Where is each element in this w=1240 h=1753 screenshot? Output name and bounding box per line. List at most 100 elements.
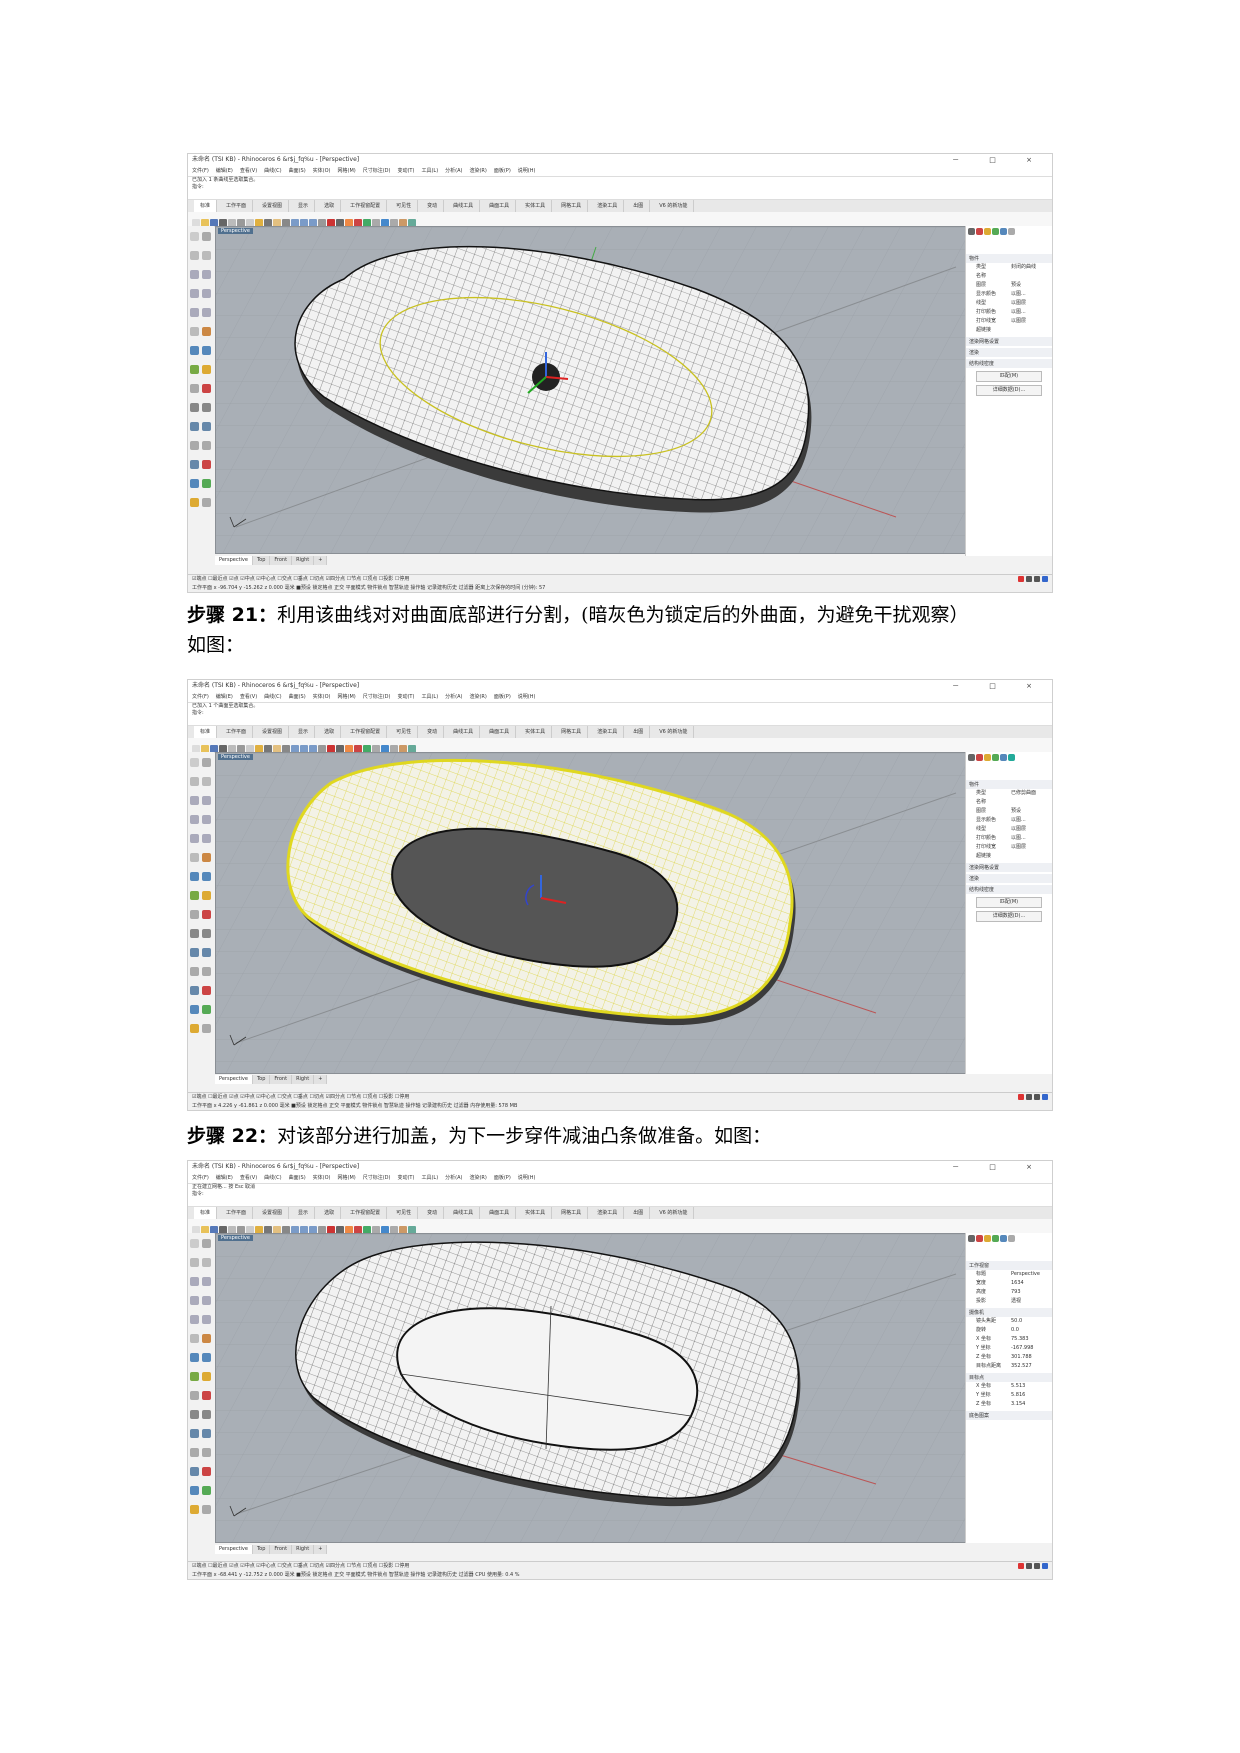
circle-tool-icon[interactable] <box>202 270 211 279</box>
more-tools-icon[interactable] <box>202 1024 211 1033</box>
menu-item[interactable]: 尺寸标注(D) <box>363 694 391 700</box>
menu-item[interactable]: 编辑(E) <box>216 168 233 174</box>
menu-item[interactable]: 分析(A) <box>445 1175 462 1181</box>
menu-item[interactable]: 查看(V) <box>240 168 257 174</box>
point-tool-icon[interactable] <box>202 232 211 241</box>
move-tool-icon[interactable] <box>190 948 199 957</box>
point-tool-icon[interactable] <box>202 1239 211 1248</box>
status-line[interactable]: 工作平面 x -96.704 y -15.262 z 0.000 毫米 ■预设 … <box>192 584 1052 592</box>
camera-section[interactable]: 摄像机 <box>966 1308 1052 1317</box>
mirror-tool-icon[interactable] <box>202 441 211 450</box>
perspective-viewport[interactable]: Perspective <box>215 752 968 1074</box>
tab[interactable]: 工作平面 <box>220 726 254 738</box>
tab[interactable]: 可见性 <box>390 726 419 738</box>
command-prompt[interactable]: 指令: <box>192 184 1052 191</box>
menu-item[interactable]: 实体(O) <box>313 1175 331 1181</box>
arc-tool-icon[interactable] <box>190 1296 199 1305</box>
array-tool-icon[interactable] <box>190 1467 199 1476</box>
window-controls[interactable]: － □ × <box>952 1161 1046 1173</box>
menu-item[interactable]: 变动(T) <box>397 168 414 174</box>
tab[interactable]: 曲线工具 <box>447 726 481 738</box>
viewport-properties-icon[interactable] <box>968 1235 975 1242</box>
menu-item[interactable]: 网格(M) <box>338 168 356 174</box>
line-tool-icon[interactable] <box>190 1258 199 1267</box>
tab[interactable]: 曲面工具 <box>483 1207 517 1219</box>
circle-tool-icon[interactable] <box>202 1277 211 1286</box>
text-tool-icon[interactable] <box>190 1334 199 1343</box>
render-section[interactable]: 渲染 <box>966 874 1052 883</box>
tab[interactable]: 实体工具 <box>519 200 553 212</box>
rectangle-tool-icon[interactable] <box>190 834 199 843</box>
tab[interactable]: 工作视窗配置 <box>344 1207 388 1219</box>
menu-item[interactable]: 说明(H) <box>518 1175 536 1181</box>
tab[interactable]: 可见性 <box>390 1207 419 1219</box>
object-properties-icon[interactable] <box>968 754 975 761</box>
scale-tool-icon[interactable] <box>190 1448 199 1457</box>
solid-tool-icon[interactable] <box>190 891 199 900</box>
mesh-tool-icon[interactable] <box>190 384 199 393</box>
ellipse-tool-icon[interactable] <box>202 815 211 824</box>
curve-tool-icon[interactable] <box>190 270 199 279</box>
ellipse-tool-icon[interactable] <box>202 289 211 298</box>
tab-perspective[interactable]: Perspective <box>215 1545 253 1554</box>
osnap-bar[interactable]: ☑端点 ☐最近点 ☑点 ☑中点 ☑中心点 ☐交点 ☐垂点 ☐切点 ☑四分点 ☐节… <box>192 575 1052 584</box>
light-icon[interactable] <box>984 228 991 235</box>
text-tool-icon[interactable] <box>190 327 199 336</box>
tab[interactable]: 曲线工具 <box>447 1207 481 1219</box>
menu-item[interactable]: 说明(H) <box>518 168 536 174</box>
check-tool-icon[interactable] <box>202 479 211 488</box>
line-tool-icon[interactable] <box>190 777 199 786</box>
mesh-tool-icon[interactable] <box>190 1391 199 1400</box>
status-line[interactable]: 工作平面 x 4.226 y -61.861 z 0.000 毫米 ■预设 锁定… <box>192 1102 1052 1110</box>
tab[interactable]: 变动 <box>421 726 445 738</box>
tab[interactable]: 实体工具 <box>519 1207 553 1219</box>
analyze-tool-icon[interactable] <box>190 1486 199 1495</box>
surface-tool-icon[interactable] <box>190 1353 199 1362</box>
menu-item[interactable]: 渲染(R) <box>469 168 486 174</box>
perspective-viewport[interactable]: Perspective <box>215 226 968 554</box>
select-tool-icon[interactable] <box>190 1239 199 1248</box>
menu-item[interactable]: 实体(O) <box>313 168 331 174</box>
command-history[interactable]: 已加入 1 个曲面至选取集合。 指令: <box>188 702 1052 726</box>
tab[interactable]: 工作视窗配置 <box>344 200 388 212</box>
add-viewport-tab[interactable]: + <box>314 1075 328 1084</box>
perspective-viewport[interactable]: Perspective <box>215 1233 968 1543</box>
isocurve-section[interactable]: 结构线密度 <box>966 885 1052 894</box>
menu-item[interactable]: 尺寸标注(D) <box>363 1175 391 1181</box>
help-icon[interactable] <box>1008 1235 1015 1242</box>
command-prompt[interactable]: 指令: <box>192 1191 1052 1198</box>
tab[interactable]: 设置视图 <box>256 1207 290 1219</box>
polyline-tool-icon[interactable] <box>202 1258 211 1267</box>
match-button[interactable]: 匹配(M) <box>976 371 1042 382</box>
tab-perspective[interactable]: Perspective <box>215 1075 253 1084</box>
dimension-tool-icon[interactable] <box>202 1467 211 1476</box>
check-tool-icon[interactable] <box>202 1005 211 1014</box>
layer-icon[interactable] <box>992 754 999 761</box>
mirror-tool-icon[interactable] <box>202 1448 211 1457</box>
menu-item[interactable]: 工具(L) <box>421 1175 438 1181</box>
menu-item[interactable]: 工具(L) <box>421 694 438 700</box>
tab-standard[interactable]: 标准 <box>194 1207 218 1219</box>
menu-item[interactable]: 编辑(E) <box>216 1175 233 1181</box>
menu-item[interactable]: 变动(T) <box>397 1175 414 1181</box>
render-tool-icon[interactable] <box>190 1505 199 1514</box>
tab[interactable]: 渲染工具 <box>591 726 625 738</box>
polyline-tool-icon[interactable] <box>202 777 211 786</box>
material-icon[interactable] <box>976 754 983 761</box>
tab-right[interactable]: Right <box>292 556 315 565</box>
trim-tool-icon[interactable] <box>202 910 211 919</box>
split-tool-icon[interactable] <box>190 1410 199 1419</box>
tab[interactable]: 工作平面 <box>220 1207 254 1219</box>
rectangle-tool-icon[interactable] <box>190 308 199 317</box>
tab[interactable]: 变动 <box>421 200 445 212</box>
menu-item[interactable]: 工具(L) <box>421 168 438 174</box>
tab[interactable]: 网格工具 <box>555 726 589 738</box>
render-tool-icon[interactable] <box>190 1024 199 1033</box>
dimension-tool-icon[interactable] <box>202 460 211 469</box>
more-tools-icon[interactable] <box>202 1505 211 1514</box>
analyze-tool-icon[interactable] <box>190 479 199 488</box>
join-tool-icon[interactable] <box>202 403 211 412</box>
details-button[interactable]: 详细数据(D)... <box>976 385 1042 396</box>
menu-item[interactable]: 编辑(E) <box>216 694 233 700</box>
line-tool-icon[interactable] <box>190 251 199 260</box>
